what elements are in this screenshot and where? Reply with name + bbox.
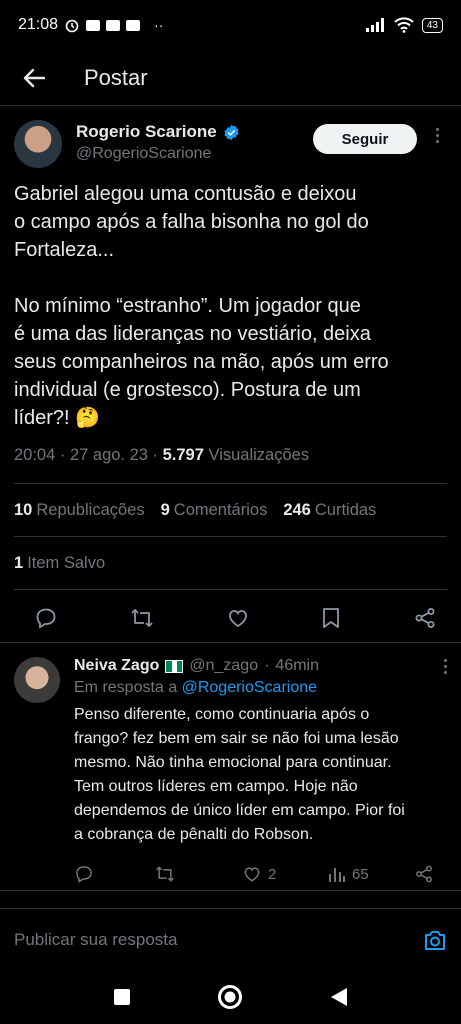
reply-dot: · xyxy=(264,657,270,674)
reply-header: Neiva Zago @n_zago · 46min xyxy=(74,657,447,675)
page-title: Postar xyxy=(84,64,148,90)
reply-text: Penso diferente, como continuaria após o… xyxy=(74,706,405,843)
share-icon[interactable] xyxy=(413,606,437,630)
reply-avatar[interactable] xyxy=(14,657,60,703)
reply-views-count: 65 xyxy=(352,865,369,883)
reply-post[interactable]: Neiva Zago @n_zago · 46min Em resposta a… xyxy=(0,642,461,899)
youtube-notification-icon xyxy=(126,19,141,31)
reply-comment-action[interactable] xyxy=(74,864,154,884)
back-nav-icon[interactable] xyxy=(330,987,348,1007)
system-nav-bar xyxy=(0,970,461,1024)
like-icon[interactable] xyxy=(226,606,250,630)
follow-button[interactable]: Seguir xyxy=(313,124,417,154)
status-time: 21:08 xyxy=(18,16,59,33)
saved-stat[interactable]: 1 Item Salvo xyxy=(14,554,105,573)
share-icon xyxy=(416,865,432,883)
back-button[interactable] xyxy=(20,64,48,92)
saved-stats: 1 Item Salvo xyxy=(0,537,461,589)
in-reply-prefix: Em resposta a xyxy=(74,679,182,696)
in-reply-to: Em resposta a @RogerioScarione xyxy=(74,679,447,697)
reply-like-count: 2 xyxy=(268,865,277,883)
post-actions xyxy=(0,590,461,646)
reply-input[interactable] xyxy=(14,929,423,950)
reply-actions: 2 65 xyxy=(74,849,447,899)
author-handle[interactable]: @RogerioScarione xyxy=(76,145,240,163)
post-datetime: 20:04 · 27 ago. 23 · xyxy=(14,446,163,464)
views-chart-icon xyxy=(329,868,345,882)
youtube-notification-icon xyxy=(86,19,101,31)
main-post: Rogerio Scarione @RogerioScarione Seguir… xyxy=(0,106,461,646)
author-avatar[interactable] xyxy=(14,120,62,168)
repost-icon[interactable] xyxy=(129,606,155,630)
comments-stat[interactable]: 9 Comentários xyxy=(161,501,268,520)
post-meta: 20:04 · 27 ago. 23 · 5.797 Visualizações xyxy=(0,432,461,465)
camera-icon[interactable] xyxy=(423,929,447,951)
wifi-icon xyxy=(394,17,414,33)
home-icon[interactable] xyxy=(217,984,243,1010)
signal-icon xyxy=(365,18,384,32)
author-name[interactable]: Rogerio Scarione xyxy=(76,122,217,142)
battery-icon: 43 xyxy=(421,17,443,33)
reply-time: 46min xyxy=(275,657,319,674)
more-notifications-icon: ·· xyxy=(154,17,164,33)
app-header: Postar xyxy=(0,50,461,106)
author-name-row: Rogerio Scarione xyxy=(76,122,240,142)
nigeria-flag-icon xyxy=(165,659,184,673)
verified-badge-icon xyxy=(224,124,239,140)
more-options-icon[interactable] xyxy=(427,128,447,143)
reply-views-action[interactable]: 65 xyxy=(328,865,414,883)
reply-composer xyxy=(0,908,461,970)
reply-more-options-icon[interactable] xyxy=(444,658,447,674)
status-bar: 21:08 ·· 43 xyxy=(0,0,461,50)
arrow-left-icon xyxy=(23,68,45,87)
post-text: Gabriel alegou uma contusão e deixou o c… xyxy=(14,183,389,429)
recents-icon[interactable] xyxy=(113,988,131,1006)
reply-icon[interactable] xyxy=(34,606,58,630)
reply-share-action[interactable] xyxy=(414,864,434,884)
reply-like-action[interactable]: 2 xyxy=(242,864,328,884)
reposts-stat[interactable]: 10 Republicações xyxy=(14,501,145,520)
author-row: Rogerio Scarione @RogerioScarione Seguir xyxy=(0,106,461,176)
bookmark-icon[interactable] xyxy=(320,606,342,630)
like-icon xyxy=(244,867,260,882)
in-reply-mention[interactable]: @RogerioScarione xyxy=(182,679,317,696)
reply-author-name[interactable]: Neiva Zago xyxy=(74,657,159,675)
reply-repost-action[interactable] xyxy=(154,864,242,884)
reply-author-handle[interactable]: @n_zago xyxy=(189,657,258,675)
views-label: Visualizações xyxy=(203,446,310,464)
youtube-notification-icon xyxy=(106,19,121,31)
views-count: 5.797 xyxy=(162,446,204,464)
alarm-icon xyxy=(65,19,79,33)
reply-icon xyxy=(76,866,92,883)
engagement-stats: 10 Republicações 9 Comentários 246 Curtidas xyxy=(0,484,461,536)
divider xyxy=(0,890,461,891)
likes-stat[interactable]: 246 Curtidas xyxy=(283,501,376,520)
repost-icon xyxy=(156,866,174,882)
